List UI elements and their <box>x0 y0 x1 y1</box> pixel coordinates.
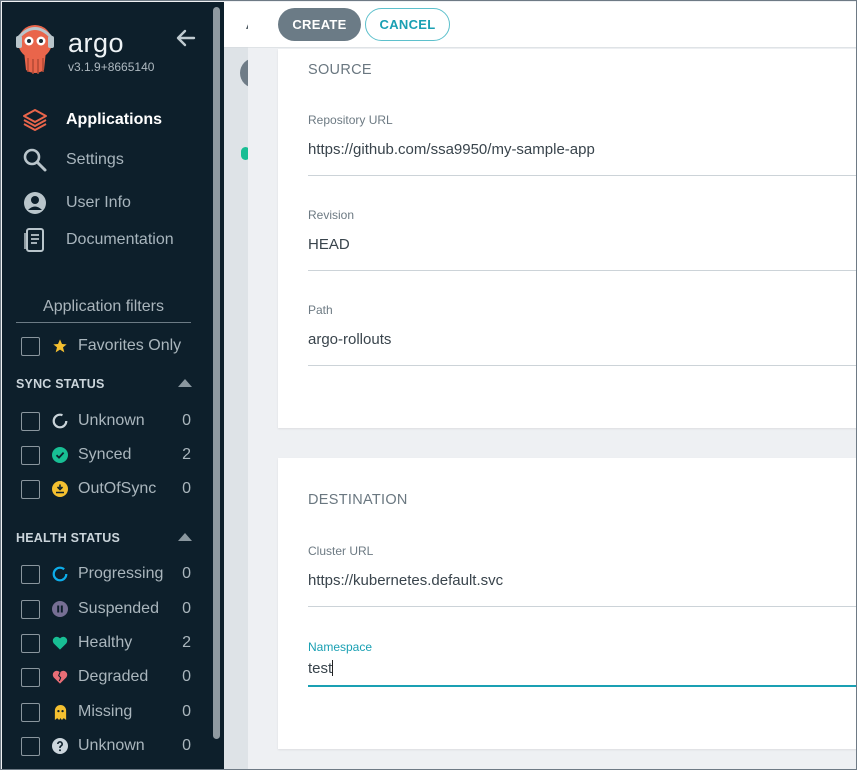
revision-input[interactable]: HEAD <box>308 236 350 253</box>
filter-label: Unknown <box>78 412 145 429</box>
app-version: v3.1.9+8665140 <box>68 60 155 74</box>
cluster-url-underline <box>308 606 856 607</box>
nav-applications[interactable]: Applications <box>22 105 162 135</box>
filter-health-unknown[interactable]: Unknown 0 <box>21 735 191 757</box>
document-icon <box>22 227 48 253</box>
create-button[interactable]: CREATE <box>278 8 361 41</box>
nav-label: User Info <box>66 194 131 211</box>
user-icon <box>22 190 48 216</box>
filter-label: Missing <box>78 703 133 720</box>
favorites-checkbox[interactable] <box>21 336 40 356</box>
application-filters-title: Application filters <box>16 298 191 323</box>
filter-count: 0 <box>182 412 191 429</box>
filter-label: OutOfSync <box>78 480 157 497</box>
heart-icon <box>52 635 68 651</box>
nav-documentation[interactable]: Documentation <box>22 225 174 255</box>
filter-checkbox[interactable] <box>21 736 40 756</box>
filter-checkbox[interactable] <box>21 564 40 584</box>
repository-url-input[interactable]: https://github.com/ssa9950/my-sample-app <box>308 141 595 158</box>
filter-label: Progressing <box>78 565 164 582</box>
filter-count: 0 <box>182 600 191 617</box>
cluster-url-label: Cluster URL <box>308 544 374 558</box>
destination-title: DESTINATION <box>308 492 408 508</box>
filter-label: Suspended <box>78 600 159 617</box>
filter-favorites-only[interactable]: Favorites Only <box>21 335 191 357</box>
create-application-panel: CREATE CANCEL SOURCE Repository URL http… <box>248 2 856 769</box>
layers-icon <box>22 107 48 133</box>
filter-checkbox[interactable] <box>21 445 40 465</box>
source-title: SOURCE <box>308 62 372 78</box>
filter-count: 0 <box>182 480 191 497</box>
filter-label: Favorites Only <box>78 337 182 354</box>
sidebar: argo v3.1.9+8665140 Applications Setting… <box>2 2 210 769</box>
filter-health-missing[interactable]: Missing 0 <box>21 701 191 723</box>
search-icon <box>22 147 48 173</box>
brand-name: argo <box>68 28 125 58</box>
argo-logo-icon <box>16 25 54 74</box>
nav-settings[interactable]: Settings <box>22 145 124 175</box>
filter-label: Unknown <box>78 737 145 754</box>
namespace-input[interactable]: test <box>308 660 334 677</box>
filter-health-progressing[interactable]: Progressing 0 <box>21 563 191 585</box>
nav-label: Applications <box>66 111 163 128</box>
namespace-label: Namespace <box>308 640 373 654</box>
cluster-url-input[interactable]: https://kubernetes.default.svc <box>308 572 503 589</box>
filter-sync-outofsync[interactable]: OutOfSync 0 <box>21 478 191 500</box>
filter-health-degraded[interactable]: Degraded 0 <box>21 666 191 688</box>
sync-status-heading: SYNC STATUS <box>16 377 105 391</box>
broken-heart-icon <box>52 669 68 685</box>
circle-outline-icon <box>52 413 68 429</box>
filter-checkbox[interactable] <box>21 599 40 619</box>
filter-sync-synced[interactable]: Synced 2 <box>21 444 191 466</box>
filter-count: 0 <box>182 668 191 685</box>
filter-checkbox[interactable] <box>21 411 40 431</box>
filter-label: Healthy <box>78 634 133 651</box>
collapse-sidebar-arrow-icon[interactable] <box>174 26 198 50</box>
path-underline <box>308 365 856 366</box>
filter-count: 0 <box>182 565 191 582</box>
revision-label: Revision <box>308 208 355 222</box>
filter-sync-unknown[interactable]: Unknown 0 <box>21 410 191 432</box>
filter-health-suspended[interactable]: Suspended 0 <box>21 598 191 620</box>
namespace-underline <box>308 685 856 687</box>
sync-status-collapse-icon[interactable] <box>178 379 192 387</box>
sidebar-scrollbar-thumb[interactable] <box>213 7 220 739</box>
nav-user-info[interactable]: User Info <box>22 188 131 218</box>
health-status-collapse-icon[interactable] <box>178 533 192 541</box>
nav-label: Settings <box>66 151 124 168</box>
repository-url-label: Repository URL <box>308 113 393 127</box>
pause-circle-icon <box>52 601 68 617</box>
nav-label: Documentation <box>66 231 174 248</box>
source-card: SOURCE Repository URL https://github.com… <box>278 49 856 428</box>
filter-label: Synced <box>78 446 132 463</box>
health-status-heading: HEALTH STATUS <box>16 531 120 545</box>
ghost-icon <box>52 704 68 720</box>
destination-card: DESTINATION Cluster URL https://kubernet… <box>278 458 856 749</box>
path-input[interactable]: argo-rollouts <box>308 331 391 348</box>
app-window: argo v3.1.9+8665140 Applications Setting… <box>0 0 857 770</box>
filter-checkbox[interactable] <box>21 702 40 722</box>
filter-count: 0 <box>182 703 191 720</box>
revision-underline <box>308 270 856 271</box>
filter-checkbox[interactable] <box>21 667 40 687</box>
filter-count: 0 <box>182 737 191 754</box>
filter-checkbox[interactable] <box>21 479 40 499</box>
text-cursor <box>332 660 334 676</box>
check-circle-icon <box>52 447 68 463</box>
filter-label: Degraded <box>78 668 149 685</box>
repository-url-underline <box>308 175 856 176</box>
question-circle-icon <box>52 738 68 754</box>
star-icon <box>52 338 68 354</box>
filter-count: 2 <box>182 446 191 463</box>
spinner-icon <box>52 566 68 582</box>
namespace-value: test <box>308 660 333 677</box>
panel-header: CREATE CANCEL <box>248 2 856 48</box>
filter-count: 2 <box>182 634 191 651</box>
path-label: Path <box>308 303 333 317</box>
filter-checkbox[interactable] <box>21 633 40 653</box>
warning-circle-icon <box>52 481 68 497</box>
cancel-button[interactable]: CANCEL <box>365 8 450 41</box>
filter-health-healthy[interactable]: Healthy 2 <box>21 632 191 654</box>
